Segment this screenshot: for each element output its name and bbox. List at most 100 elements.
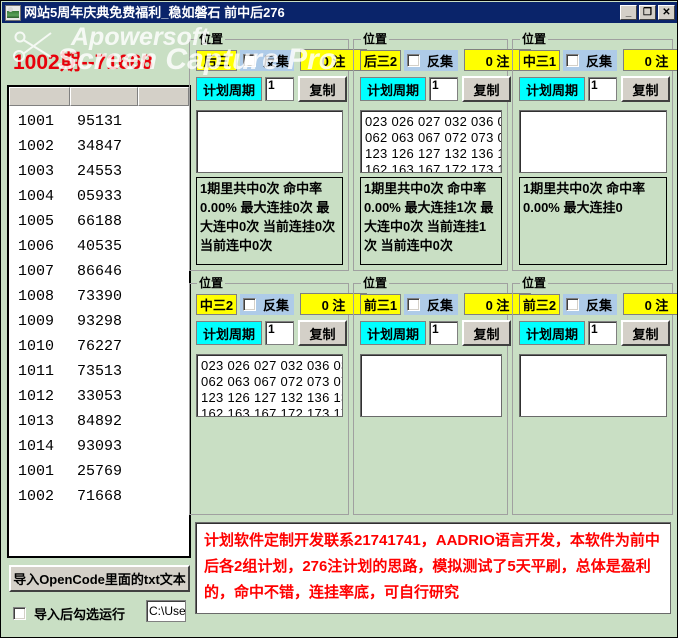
row-period: 1011 (18, 363, 55, 380)
maximize-button[interactable]: ❐ (639, 5, 656, 20)
copy-button[interactable]: 复制 (621, 76, 670, 102)
column-header-extra[interactable] (138, 87, 189, 106)
results-list-rows: 1001 95131 1002 34847 1003 24553 1004 05933 1005… (9, 106, 189, 509)
results-list[interactable]: 1001 95131 1002 34847 1003 24553 1004 05933 1005… (7, 85, 191, 558)
invert-set-checkbox[interactable] (407, 297, 420, 311)
plan-cycle-label[interactable]: 计划周期 (519, 321, 585, 345)
file-path-input[interactable]: C:\Use (146, 600, 186, 622)
copy-button[interactable]: 复制 (462, 320, 511, 346)
plan-cycle-input[interactable]: 1 (429, 77, 458, 101)
table-row[interactable]: 1012 33053 (9, 384, 189, 409)
row-period: 1001 (18, 463, 55, 480)
copy-button[interactable]: 复制 (298, 76, 347, 102)
position-badge[interactable]: 中三2 (196, 293, 237, 315)
plan-cycle-input[interactable]: 1 (588, 321, 617, 345)
row-number: 25769 (77, 463, 123, 480)
table-row[interactable]: 1011 73513 (9, 359, 189, 384)
panel-row-cycle: 计划周期 1 复制 (519, 76, 670, 102)
table-row[interactable]: 1001 95131 (9, 109, 189, 134)
numbers-textarea[interactable]: 023 026 027 032 036 037062 063 067 072 0… (196, 354, 343, 417)
title-bar: 网站5周年庆典免费福利_稳如磐石 前中后276 _ ❐ ✕ (2, 2, 677, 23)
column-header-number[interactable] (70, 87, 138, 106)
numbers-textarea[interactable] (360, 354, 502, 417)
table-row[interactable]: 1006 40535 (9, 234, 189, 259)
plan-cycle-label[interactable]: 计划周期 (519, 77, 585, 101)
table-row[interactable]: 1008 73390 (9, 284, 189, 309)
plan-cycle-input[interactable]: 1 (429, 321, 458, 345)
row-number: 40535 (77, 238, 123, 255)
invert-set-toggle[interactable]: 反集 (240, 293, 295, 315)
plan-cycle-label[interactable]: 计划周期 (360, 77, 426, 101)
plan-cycle-label[interactable]: 计划周期 (360, 321, 426, 345)
invert-set-toggle[interactable]: 反集 (563, 49, 618, 71)
number-line: 123 126 127 132 136 137 (201, 390, 343, 405)
copy-button[interactable]: 复制 (298, 320, 347, 346)
copy-button[interactable]: 复制 (621, 320, 670, 346)
position-panel-1: 位置 后三 反集 0 注 计划周期 1 复制 1期里共中0次 命中率0.00% … (189, 32, 368, 271)
bet-count-badge[interactable]: 0 注 (623, 49, 677, 71)
bet-count-badge[interactable]: 0 注 (623, 293, 677, 315)
row-period: 1008 (18, 288, 55, 305)
table-row[interactable]: 1003 24553 (9, 159, 189, 184)
invert-set-toggle[interactable]: 反集 (404, 293, 459, 315)
table-row[interactable]: 1013 84892 (9, 409, 189, 434)
row-number: 71668 (77, 488, 123, 505)
copy-button[interactable]: 复制 (462, 76, 511, 102)
table-row[interactable]: 1002 34847 (9, 134, 189, 159)
minimize-button[interactable]: _ (620, 5, 637, 20)
maximize-icon: ❐ (643, 6, 652, 18)
current-period-label: 1002期--71668 (13, 51, 154, 74)
number-line: 062 063 067 072 073 076 (201, 374, 343, 389)
position-badge[interactable]: 前三1 (360, 293, 401, 315)
position-badge[interactable]: 后三 (196, 49, 237, 71)
numbers-textarea[interactable] (519, 354, 667, 417)
close-button[interactable]: ✕ (658, 5, 675, 20)
invert-set-checkbox[interactable] (566, 53, 579, 67)
plan-cycle-label[interactable]: 计划周期 (196, 321, 262, 345)
invert-set-label: 反集 (586, 53, 613, 69)
panel-row-cycle: 计划周期 1 复制 (360, 320, 511, 346)
run-after-import-checkbox[interactable] (13, 606, 26, 620)
row-period: 1013 (18, 413, 55, 430)
position-badge[interactable]: 前三2 (519, 293, 560, 315)
numbers-textarea[interactable]: 023 026 027 032 036 037062 063 067 072 0… (360, 110, 502, 173)
table-row[interactable]: 1009 93298 (9, 309, 189, 334)
table-row[interactable]: 1007 86646 (9, 259, 189, 284)
panel-group-label: 位置 (361, 276, 390, 290)
table-row[interactable]: 1014 93093 (9, 434, 189, 459)
number-line: 162 163 167 172 173 176 (201, 406, 343, 417)
position-panel-6: 位置 前三2 反集 0 注 计划周期 1 复制 (512, 276, 677, 515)
panel-group-label: 位置 (197, 276, 226, 290)
invert-set-toggle[interactable]: 反集 (404, 49, 459, 71)
import-txt-button[interactable]: 导入OpenCode里面的txt文本 (9, 565, 190, 592)
table-row[interactable]: 1001 25769 (9, 459, 189, 484)
row-number: 24553 (77, 163, 123, 180)
row-period: 1005 (18, 213, 55, 230)
numbers-textarea[interactable] (519, 110, 667, 173)
row-number: 93298 (77, 313, 123, 330)
invert-set-checkbox[interactable] (566, 297, 579, 311)
promo-note[interactable]: 计划软件定制开发联系21741741，AADRIO语言开发，本软件为前中后各2组… (195, 522, 671, 614)
numbers-textarea[interactable] (196, 110, 343, 173)
invert-set-checkbox[interactable] (407, 53, 420, 67)
column-header-period[interactable] (9, 87, 70, 106)
table-row[interactable]: 1010 76227 (9, 334, 189, 359)
row-number: 73513 (77, 363, 123, 380)
plan-cycle-label[interactable]: 计划周期 (196, 77, 262, 101)
invert-set-checkbox[interactable] (243, 53, 256, 67)
plan-cycle-input[interactable]: 1 (265, 77, 294, 101)
close-icon: ✕ (662, 6, 671, 18)
table-row[interactable]: 1004 05933 (9, 184, 189, 209)
position-badge[interactable]: 中三1 (519, 49, 560, 71)
row-number: 76227 (77, 338, 123, 355)
invert-set-toggle[interactable]: 反集 (563, 293, 618, 315)
plan-cycle-input[interactable]: 1 (588, 77, 617, 101)
invert-set-checkbox[interactable] (243, 297, 256, 311)
invert-set-toggle[interactable]: 反集 (240, 49, 295, 71)
table-row[interactable]: 1002 71668 (9, 484, 189, 509)
row-number: 33053 (77, 388, 123, 405)
plan-cycle-input[interactable]: 1 (265, 321, 294, 345)
table-row[interactable]: 1005 66188 (9, 209, 189, 234)
position-badge[interactable]: 后三2 (360, 49, 401, 71)
panel-row-top: 中三1 反集 0 注 (519, 49, 677, 71)
